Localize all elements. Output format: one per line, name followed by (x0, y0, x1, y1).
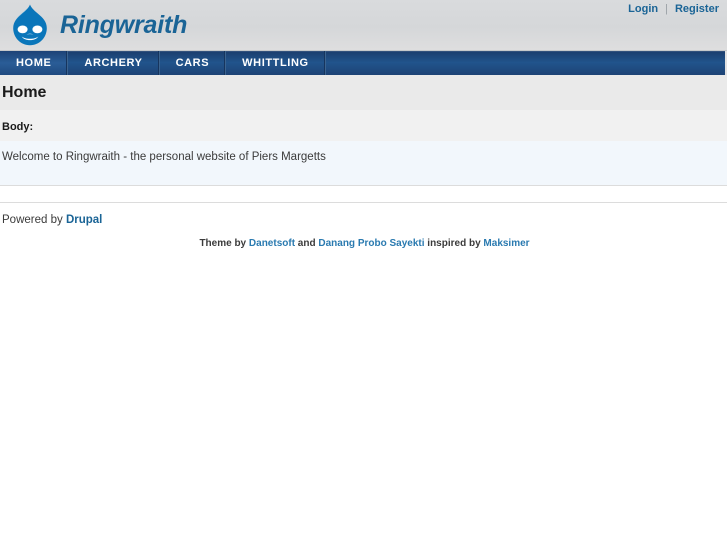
drupal-link[interactable]: Drupal (66, 214, 102, 226)
site-footer: Powered by Drupal Theme by Danetsoft and… (0, 202, 727, 249)
credit-theme-by-text: Theme by (199, 237, 249, 249)
danetsoft-link[interactable]: Danetsoft (249, 238, 295, 249)
drupal-droplet-icon[interactable] (9, 3, 51, 47)
page-title: Home (2, 84, 47, 101)
theme-credit-line: Theme by Danetsoft and Danang Probo Saye… (2, 226, 727, 249)
nav-item-archery[interactable]: ARCHERY (68, 51, 160, 75)
credit-inspired-text: inspired by (424, 237, 484, 249)
body-field-label-band: Body: (0, 109, 727, 141)
body-field-content: Welcome to Ringwraith - the personal web… (0, 140, 727, 185)
powered-by-prefix: Powered by (2, 213, 66, 226)
nav-item-home[interactable]: HOME (0, 51, 69, 75)
page-title-band: Home (0, 75, 727, 110)
primary-navigation: HOME ARCHERY CARS WHITTLING (0, 51, 727, 75)
nav-filler (326, 51, 725, 75)
danang-probo-sayekti-link[interactable]: Danang Probo Sayekti (318, 238, 424, 249)
nav-item-whittling[interactable]: WHITTLING (226, 51, 326, 75)
site-header: Login | Register Ringwraith (0, 0, 727, 51)
register-link[interactable]: Register (675, 3, 719, 15)
body-field-text: Welcome to Ringwraith - the personal web… (2, 150, 326, 163)
body-field-label: Body: (2, 120, 34, 133)
site-name[interactable]: Ringwraith (60, 12, 187, 38)
powered-by-line: Powered by Drupal (2, 214, 727, 226)
credit-and-text: and (295, 237, 319, 249)
maksimer-link[interactable]: Maksimer (483, 238, 529, 249)
user-links-separator: | (665, 3, 668, 15)
user-account-links: Login | Register (628, 3, 719, 15)
divider-gap (0, 185, 727, 202)
login-link[interactable]: Login (628, 3, 658, 15)
site-branding[interactable]: Ringwraith (0, 0, 727, 47)
nav-item-cars[interactable]: CARS (160, 51, 227, 75)
